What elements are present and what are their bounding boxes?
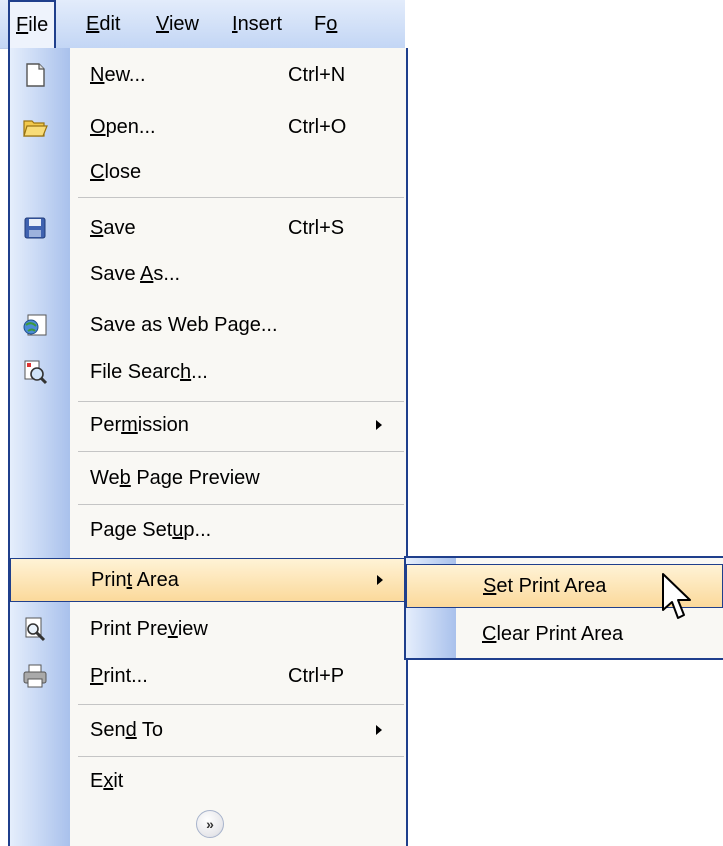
menu-item-label: File Search... (90, 361, 208, 383)
submenu-arrow-icon (377, 575, 383, 585)
menu-separator (78, 704, 404, 705)
menu-separator (78, 401, 404, 402)
save-disk-icon (24, 217, 46, 239)
menu-view[interactable]: View (150, 0, 205, 48)
submenu-arrow-icon (376, 420, 382, 430)
arrow-cursor-icon (662, 573, 691, 619)
menu-item-label: Web Page Preview (90, 467, 260, 489)
menu-item-label: Save (90, 217, 136, 239)
shortcut-label: Ctrl+O (288, 116, 347, 138)
menu-item-save-as-web-page[interactable]: Save as Web Page... (10, 305, 406, 345)
menu-item-save-as[interactable]: Save As... (10, 254, 406, 294)
menu-separator (78, 504, 404, 505)
menu-edit[interactable]: Edit (80, 0, 126, 48)
printer-icon (23, 664, 47, 688)
menu-item-label: Save As... (90, 263, 181, 285)
shortcut-label: Ctrl+P (288, 665, 345, 687)
menu-item-label: Save as Web Page... (90, 314, 278, 336)
menu-item-label: Clear Print Area (482, 623, 624, 645)
menu-item-label: Print Area (91, 569, 179, 591)
menu-item-print-area[interactable]: Print Area (10, 558, 406, 602)
menu-item-label: New... (90, 64, 146, 86)
open-folder-icon (23, 120, 48, 137)
menu-item-label: Exit (90, 770, 124, 792)
shortcut-label: Ctrl+N (288, 64, 346, 86)
menu-item-close[interactable]: Close (10, 152, 406, 192)
menu-item-label: Print Preview (90, 618, 208, 640)
menu-item-file-search[interactable]: File Search... (10, 352, 406, 392)
menu-item-print[interactable]: Print... Ctrl+P (10, 656, 406, 696)
menu-item-label: Page Setup... (90, 519, 212, 541)
menu-bar: File Edit View Insert Fo (0, 0, 405, 49)
menu-format[interactable]: Fo (308, 0, 343, 48)
menu-item-print-preview[interactable]: Print Preview (10, 609, 406, 649)
menu-item-send-to[interactable]: Send To (10, 710, 406, 750)
menu-item-new[interactable]: New... Ctrl+N (10, 55, 406, 95)
menu-separator (78, 197, 404, 198)
menu-separator (78, 451, 404, 452)
menu-item-label: Set Print Area (483, 575, 607, 597)
menu-item-label: Permission (90, 414, 189, 436)
menu-item-web-page-preview[interactable]: Web Page Preview (10, 458, 406, 498)
double-chevron-down-icon[interactable]: » (196, 810, 224, 838)
menu-item-exit[interactable]: Exit (10, 761, 406, 801)
menu-file[interactable]: File (8, 0, 57, 48)
menu-separator (78, 756, 404, 757)
web-page-icon (23, 314, 47, 336)
submenu-arrow-icon (376, 725, 382, 735)
menu-insert[interactable]: Insert (226, 0, 288, 48)
file-menu: New... Ctrl+N Open... Ctrl+O Close Save … (8, 48, 408, 846)
print-preview-icon (25, 617, 46, 642)
menu-item-page-setup[interactable]: Page Setup... (10, 510, 406, 550)
menu-item-save[interactable]: Save Ctrl+S (10, 208, 406, 248)
menu-item-label: Close (90, 161, 142, 183)
shortcut-label: Ctrl+S (288, 217, 345, 239)
new-document-icon (26, 63, 45, 87)
file-search-icon (24, 360, 48, 385)
menu-item-open[interactable]: Open... Ctrl+O (10, 107, 406, 147)
menu-item-permission[interactable]: Permission (10, 405, 406, 445)
menu-item-label: Open... (90, 116, 156, 138)
menu-item-label: Send To (90, 719, 164, 741)
menu-item-label: Print... (90, 665, 148, 687)
